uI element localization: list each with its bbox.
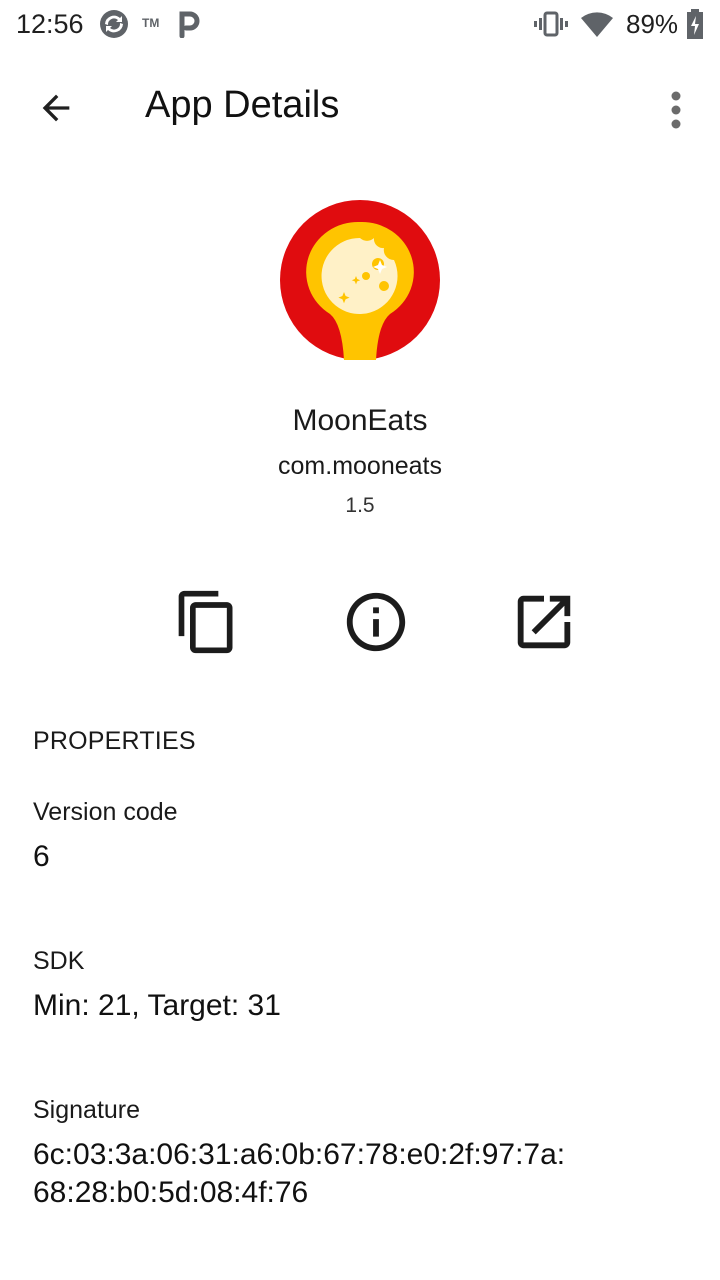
info-icon xyxy=(346,592,406,652)
tm-icon: TM xyxy=(142,16,160,30)
app-icon xyxy=(280,200,440,360)
status-time: 12:56 xyxy=(16,9,84,39)
signature-value: 6c:03:3a:06:31:a6:0b:67:78:e0:2f:97:7a: xyxy=(33,1138,566,1171)
back-button[interactable] xyxy=(24,76,88,140)
sdk-value: Min: 21, Target: 31 xyxy=(33,989,281,1022)
properties-header: PROPERTIES xyxy=(33,727,196,755)
page-title: App Details xyxy=(145,84,340,126)
app-info-button[interactable] xyxy=(338,584,414,660)
parking-p-icon xyxy=(178,10,202,43)
app-version: 1.5 xyxy=(345,494,375,517)
status-bar: 12:56 TM 89% xyxy=(0,0,720,50)
open-app-button[interactable] xyxy=(506,584,582,660)
battery-charging-icon xyxy=(686,9,704,44)
signature-value-continued: 68:28:b0:5d:08:4f:76 xyxy=(33,1176,309,1209)
sdk-label: SDK xyxy=(33,947,85,975)
app-details-screen: 12:56 TM 89% App Details MoonEats com.mo… xyxy=(0,0,720,1280)
open-external-icon xyxy=(517,595,571,649)
app-package-name: com.mooneats xyxy=(278,452,442,480)
more-vert-icon xyxy=(671,91,681,129)
app-bar: App Details xyxy=(0,56,720,156)
app-name: MoonEats xyxy=(292,404,428,437)
wifi-icon xyxy=(580,10,614,43)
signature-label: Signature xyxy=(33,1096,141,1124)
copy-button[interactable] xyxy=(169,584,245,660)
overflow-menu-button[interactable] xyxy=(650,78,702,142)
version-code-label: Version code xyxy=(33,798,178,826)
copy-icon xyxy=(178,590,233,654)
vibrate-icon xyxy=(534,10,568,43)
moon-spoon-logo xyxy=(280,200,440,360)
version-code-value: 6 xyxy=(33,840,50,873)
sync-badge-icon xyxy=(98,8,130,45)
arrow-back-icon xyxy=(42,94,70,122)
battery-percent: 89% xyxy=(626,9,679,39)
